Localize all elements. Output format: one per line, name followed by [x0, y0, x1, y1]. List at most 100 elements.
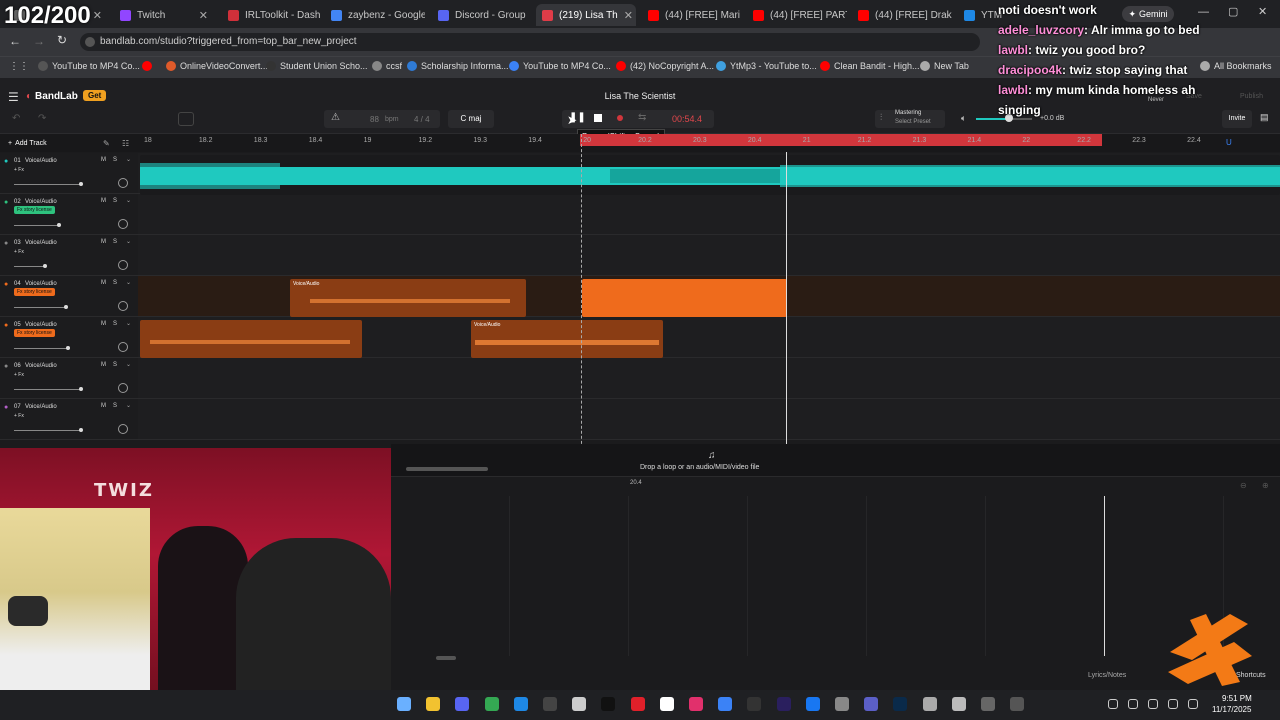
metronome-box[interactable] — [178, 112, 194, 126]
track-header[interactable]: ● 04 Voice/Audio M S ⌄ Fx story license — [0, 276, 138, 317]
tiktok-icon[interactable] — [601, 697, 616, 711]
speaker-icon[interactable] — [1188, 699, 1198, 709]
mute-button[interactable]: M — [101, 198, 106, 204]
chevron-down-icon[interactable]: ⌄ — [126, 197, 131, 204]
mute-button[interactable]: M — [101, 280, 106, 286]
chevron-down-icon[interactable]: ⌄ — [126, 402, 131, 409]
track-name[interactable]: Voice/Audio — [25, 158, 57, 164]
track-volume-slider[interactable] — [14, 307, 66, 308]
browser-tab[interactable]: (44) [FREE] PART✕ — [747, 4, 847, 26]
chevron-down-icon[interactable]: ⌄ — [126, 320, 131, 327]
pan-knob[interactable] — [118, 260, 128, 270]
pan-knob[interactable] — [118, 424, 128, 434]
forward-icon[interactable]: → — [33, 34, 45, 48]
capcut-icon[interactable] — [659, 697, 674, 711]
bookmark-item[interactable]: OnlineVideoConvert... — [166, 61, 268, 71]
track-header[interactable]: ● 06 Voice/Audio M S ⌄ + Fx — [0, 358, 138, 399]
bandlab-logo[interactable]: ◐ BandLab — [26, 91, 78, 102]
chrome-icon[interactable] — [484, 697, 499, 711]
app-icon[interactable] — [835, 697, 849, 711]
fx-badge[interactable]: Fx story license — [14, 288, 55, 296]
app-icon[interactable] — [922, 697, 937, 711]
track-name[interactable]: Voice/Audio — [25, 404, 57, 410]
address-bar[interactable]: bandlab.com/studio?triggered_from=top_ba… — [80, 33, 980, 51]
browser-tab[interactable]: IRLToolkit - Dash✕ — [222, 4, 322, 26]
horizontal-scrollbar[interactable] — [406, 467, 488, 471]
search-icon[interactable] — [397, 697, 411, 711]
browser-tab[interactable]: Discord - Group✕ — [432, 4, 532, 26]
audio-clip[interactable]: Voice/Audio — [290, 279, 526, 317]
solo-button[interactable]: S — [113, 321, 117, 327]
publish-button[interactable]: Publish — [1240, 93, 1263, 100]
app-icon[interactable] — [1010, 697, 1025, 711]
zoom-in-icon[interactable]: ⊕ — [1262, 481, 1269, 490]
chevron-up-icon[interactable] — [1108, 699, 1118, 709]
instagram-icon[interactable] — [689, 697, 703, 711]
photoshop-icon[interactable] — [893, 697, 908, 711]
mute-button[interactable]: M — [101, 239, 106, 245]
tab-close-icon[interactable]: ✕ — [199, 9, 208, 22]
bookmark-item[interactable] — [142, 61, 156, 71]
vscode-icon[interactable] — [513, 697, 528, 711]
roblox-icon[interactable] — [572, 697, 587, 711]
facebook-icon[interactable] — [805, 697, 820, 711]
reload-icon[interactable]: ↻ — [57, 33, 67, 47]
bookmark-item[interactable]: (42) NoCopyright A... — [616, 61, 714, 71]
undo-icon[interactable]: ↶ — [12, 113, 20, 124]
chevron-down-icon[interactable]: ⌄ — [126, 361, 131, 368]
track-volume-slider[interactable] — [14, 184, 81, 185]
add-fx-button[interactable]: + Fx — [14, 167, 24, 173]
solo-button[interactable]: S — [113, 239, 117, 245]
tab-close-icon[interactable]: ✕ — [624, 9, 633, 22]
fx-badge[interactable]: Fx story license — [14, 206, 55, 214]
track-volume-handle[interactable] — [79, 387, 83, 391]
track-volume-slider[interactable] — [14, 266, 45, 267]
loop-icon[interactable]: ⇆ — [638, 112, 646, 123]
add-track-button[interactable]: + Add Track — [8, 140, 47, 147]
track-volume-slider[interactable] — [14, 389, 81, 390]
track-lane[interactable] — [138, 194, 1280, 235]
track-volume-slider[interactable] — [14, 225, 59, 226]
bookmark-item[interactable]: All Bookmarks — [1200, 61, 1272, 71]
project-title[interactable]: Lisa The Scientist — [570, 91, 710, 101]
track-name[interactable]: Voice/Audio — [25, 281, 57, 287]
track-lane[interactable] — [138, 358, 1280, 399]
solo-button[interactable]: S — [113, 362, 117, 368]
time-signature[interactable]: 4 / 4 — [414, 115, 430, 124]
track-name[interactable]: Voice/Audio — [25, 363, 57, 369]
track-volume-handle[interactable] — [66, 346, 70, 350]
epic-games-icon[interactable] — [543, 697, 557, 711]
pan-knob[interactable] — [118, 219, 128, 229]
solo-button[interactable]: S — [113, 198, 117, 204]
window-maximize-button[interactable]: ▢ — [1228, 5, 1238, 18]
site-info-icon[interactable] — [85, 37, 95, 47]
browser-tab[interactable]: (44) [FREE] Drak✕ — [852, 4, 952, 26]
bookmark-item[interactable]: YouTube to MP4 Co... — [509, 61, 611, 71]
redo-icon[interactable]: ↷ — [38, 113, 46, 124]
app-icon[interactable] — [951, 697, 966, 711]
premiere-icon[interactable] — [776, 697, 791, 711]
pan-knob[interactable] — [118, 383, 128, 393]
track-lane[interactable] — [138, 399, 1280, 440]
track-volume-handle[interactable] — [79, 182, 83, 186]
bookmark-item[interactable]: Student Union Scho... — [266, 61, 368, 71]
tab-close-icon[interactable]: ✕ — [93, 9, 102, 22]
opera-icon[interactable] — [630, 697, 645, 711]
chevron-down-icon[interactable]: ⌄ — [126, 238, 131, 245]
add-fx-button[interactable]: + Fx — [14, 413, 24, 419]
apps-grid-icon[interactable]: ⋮⋮ — [9, 61, 29, 72]
settings-icon[interactable] — [981, 697, 995, 711]
record-button[interactable] — [617, 115, 623, 121]
browser-tab[interactable]: Twitch ✕ — [114, 4, 214, 26]
mute-button[interactable]: M — [101, 321, 106, 327]
track-header[interactable]: ● 05 Voice/Audio M S ⌄ Fx story license — [0, 317, 138, 358]
track-header[interactable]: ● 01 Voice/Audio M S ⌄ + Fx — [0, 153, 138, 194]
pan-knob[interactable] — [118, 342, 128, 352]
gemini-button[interactable]: ✦ Gemini — [1122, 6, 1174, 22]
bookmark-item[interactable]: YtMp3 - YouTube to... — [716, 61, 817, 71]
bookmark-item[interactable]: Scholarship Informa... — [407, 61, 509, 71]
invite-button[interactable]: Invite — [1222, 110, 1252, 128]
file-explorer-icon[interactable] — [426, 697, 441, 711]
solo-button[interactable]: S — [113, 403, 117, 409]
audio-clip[interactable] — [140, 320, 362, 358]
